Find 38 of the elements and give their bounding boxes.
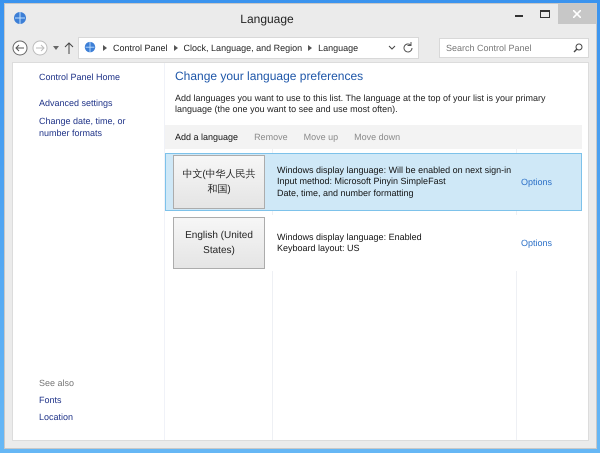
address-bar[interactable]: Control Panel Clock, Language, and Region Language [78,37,419,59]
language-detail: Date, time, and number formatting [277,188,415,200]
page-heading: Change your language preferences [174,69,364,83]
breadcrumb-item[interactable]: Language [318,43,358,53]
breadcrumb-item[interactable]: Clock, Language, and Region [184,43,302,53]
see-also-link[interactable]: Fonts [39,394,156,406]
globe-icon [83,41,97,55]
language-button[interactable]: English (United States) [173,217,265,269]
see-also-link[interactable]: Location [39,411,156,423]
sidebar-link[interactable]: Advanced settings [39,97,156,109]
language-detail: Input method: Microsoft Pinyin SimpleFast [277,176,447,188]
breadcrumb-item[interactable]: Control Panel [113,43,168,53]
chevron-icon [174,45,178,51]
language-row[interactable]: 中文(中华人民共和国) Windows display language: Will be enabled on next sign-in Input method: Microsoft Pinyin SimpleFast Date, time, and number formatting Options [165,153,582,211]
chevron-icon [308,45,312,51]
chevron-icon [103,45,107,51]
dropdown-icon[interactable] [388,45,396,51]
up-arrow-icon[interactable] [64,42,74,54]
options-link[interactable]: Options [517,238,581,248]
sidebar-link[interactable]: Change date, time, or number formats [39,115,156,139]
dropdown-icon[interactable] [52,45,60,51]
globe-icon [12,11,28,27]
toolbar-button[interactable]: Add a language [175,132,238,142]
description-text: Add languages you want to use to this list. The language at the top of your list is your primary language (the one you want to see and use most often). [174,93,547,115]
back-icon[interactable] [12,40,28,56]
close-icon [573,10,581,18]
refresh-icon[interactable] [402,42,414,54]
language-button[interactable]: 中文(中华人民共和国) [173,155,265,209]
maximize-icon [540,10,550,18]
language-detail: Keyboard layout: US [277,243,361,254]
search-field[interactable]: Search Control Panel [439,38,589,58]
search-icon [573,43,583,53]
language-detail: Windows display language: Will be enabled on next sign-in [277,164,512,176]
see-also-heading: See also [39,378,76,388]
options-link[interactable]: Options [517,177,581,187]
window-title: Language [239,12,295,26]
sidebar-link[interactable]: Control Panel Home [39,71,156,83]
language-detail: Windows display language: Enabled [277,232,423,243]
